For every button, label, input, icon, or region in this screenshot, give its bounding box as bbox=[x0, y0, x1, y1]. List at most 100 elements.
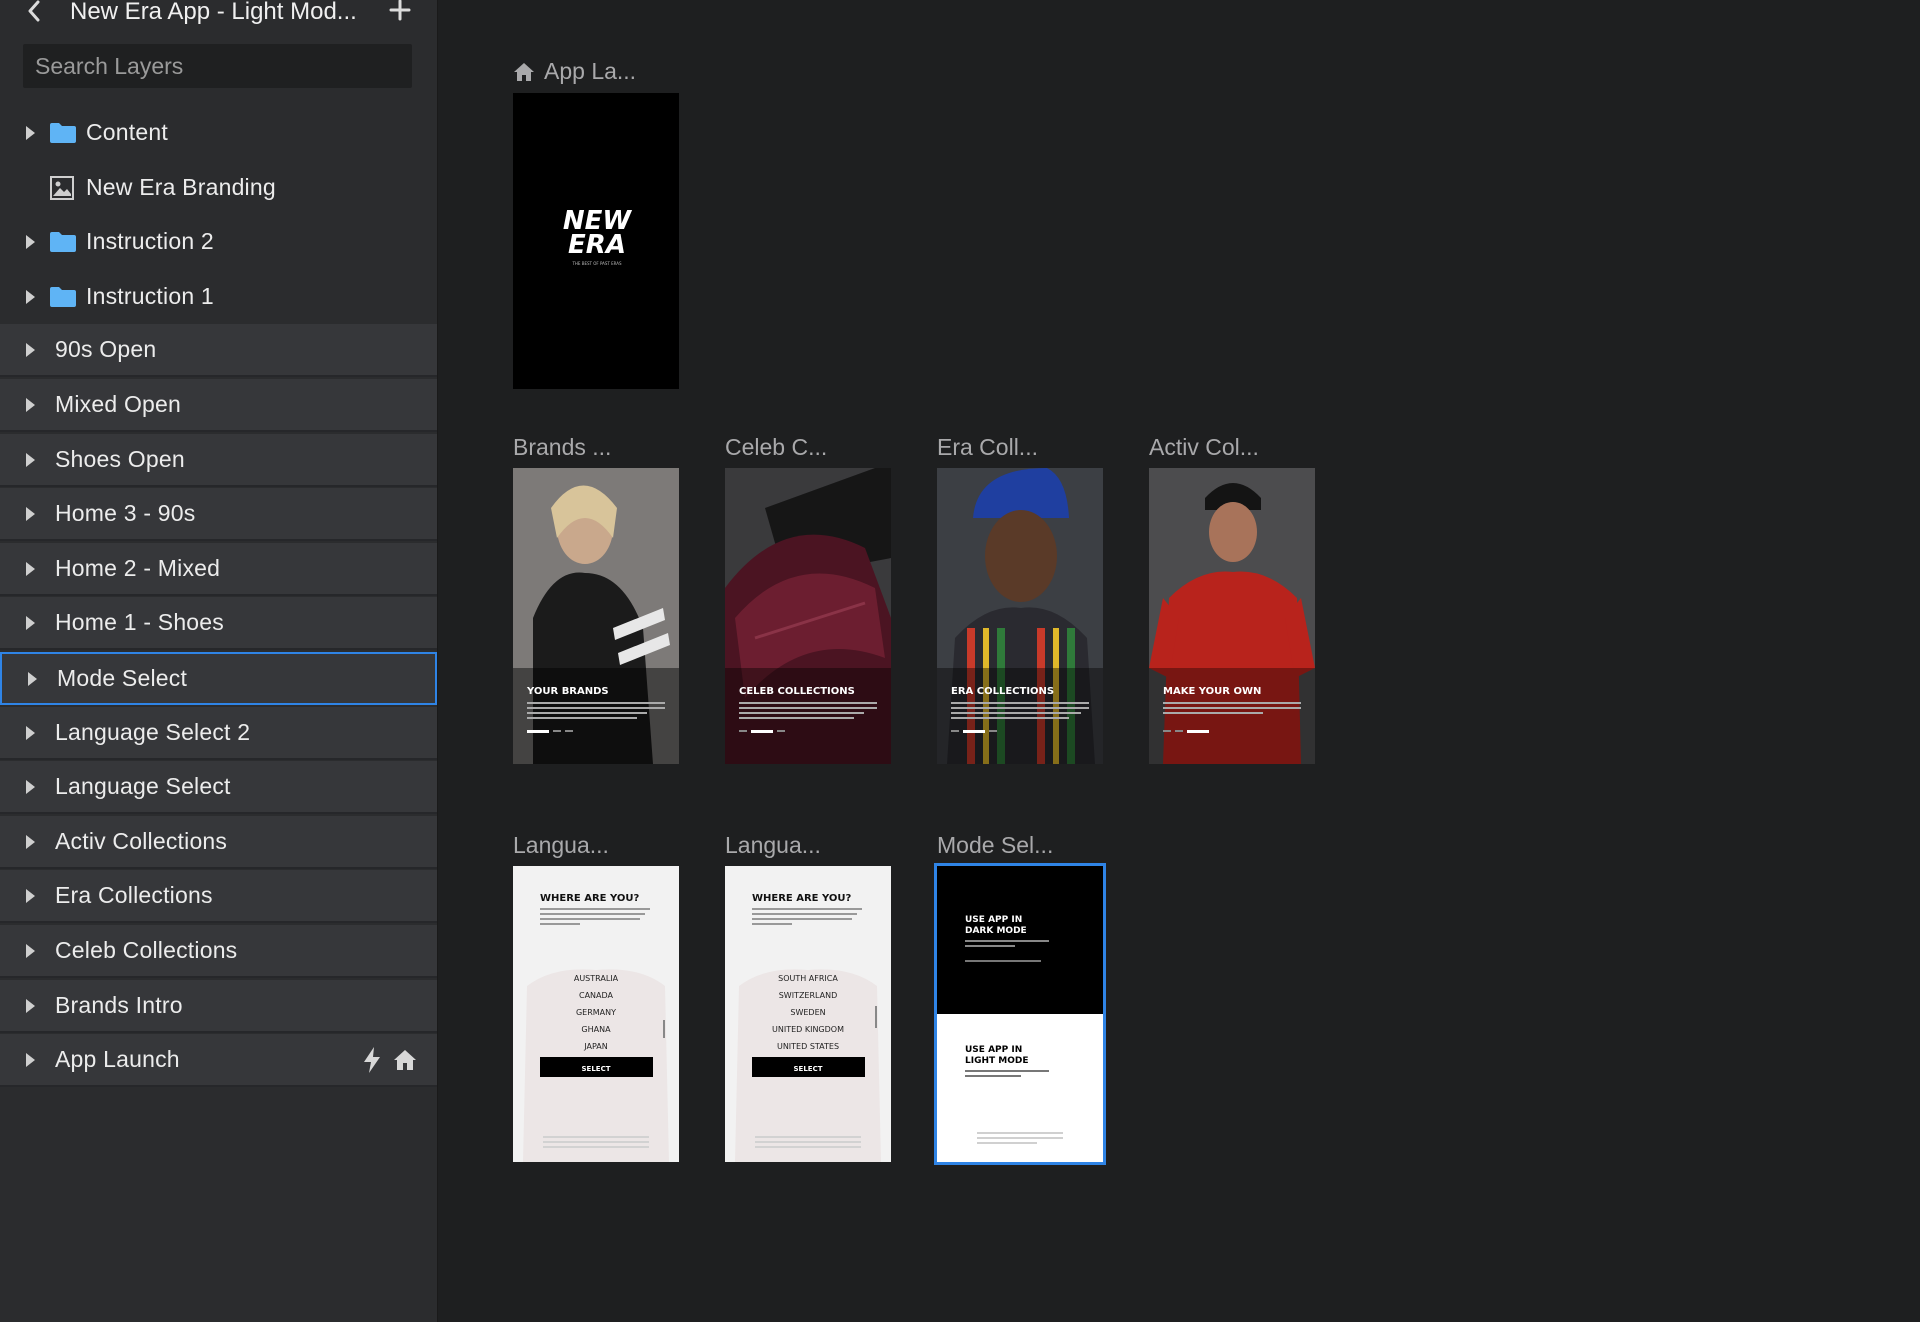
artboard-era-collections[interactable]: ERA COLLECTIONS bbox=[937, 468, 1103, 764]
logo-tagline: THE BEST OF PAST ERAS bbox=[571, 261, 622, 266]
layer-label: Content bbox=[86, 119, 168, 145]
artboard-celeb-collections[interactable]: CELEB COLLECTIONS bbox=[725, 468, 891, 764]
artboard-language-select[interactable]: WHERE ARE YOU? AUSTRALIA CANADA GERMANY … bbox=[513, 866, 679, 1162]
expand-caret-icon[interactable] bbox=[26, 725, 35, 740]
artboard-title-era[interactable]: Era Coll... bbox=[937, 434, 1038, 461]
layer-row-90s-open[interactable]: 90s Open bbox=[0, 324, 437, 377]
layer-label: Instruction 2 bbox=[86, 228, 214, 254]
select-button-label: SELECT bbox=[794, 1065, 823, 1073]
artboard-heading: WHERE ARE YOU? bbox=[540, 893, 640, 904]
light-mode-line1: USE APP IN bbox=[965, 1045, 1022, 1055]
light-mode-line2: LIGHT MODE bbox=[965, 1056, 1029, 1066]
layer-label: Home 3 - 90s bbox=[55, 500, 196, 526]
home-icon bbox=[512, 61, 534, 81]
expand-caret-icon[interactable] bbox=[26, 888, 35, 903]
layer-row-new-era-branding[interactable]: New Era Branding bbox=[0, 161, 437, 214]
dark-mode-line2: DARK MODE bbox=[965, 926, 1027, 936]
logo-line2: ERA bbox=[568, 230, 626, 260]
bolt-icon bbox=[362, 1046, 382, 1074]
search-layers-input[interactable] bbox=[23, 44, 412, 88]
folder-icon bbox=[50, 122, 76, 143]
layer-row-instruction-2[interactable]: Instruction 2 bbox=[0, 215, 437, 268]
artboard-title-activ[interactable]: Activ Col... bbox=[1149, 434, 1259, 461]
layer-label: Mixed Open bbox=[55, 391, 182, 417]
plus-icon[interactable] bbox=[388, 0, 412, 26]
layer-label: New Era Branding bbox=[86, 174, 276, 200]
expand-caret-icon[interactable] bbox=[26, 779, 35, 794]
layer-row-era-collections[interactable]: Era Collections bbox=[0, 870, 437, 923]
artboard-activ-collections[interactable]: MAKE YOUR OWN bbox=[1149, 468, 1315, 764]
language-option: SOUTH AFRICA bbox=[778, 974, 838, 983]
expand-caret-icon[interactable] bbox=[26, 998, 35, 1013]
artboard-title-brands[interactable]: Brands ... bbox=[513, 434, 611, 461]
expand-caret-icon[interactable] bbox=[26, 506, 35, 521]
home-icon bbox=[392, 1048, 418, 1072]
layer-label: Mode Select bbox=[57, 665, 188, 691]
artboard-title-celeb[interactable]: Celeb C... bbox=[725, 434, 827, 461]
layer-row-app-launch[interactable]: App Launch bbox=[0, 1034, 437, 1087]
expand-caret-icon[interactable] bbox=[26, 234, 35, 249]
language-option: AUSTRALIA bbox=[574, 974, 619, 983]
layer-row-language-select[interactable]: Language Select bbox=[0, 761, 437, 814]
layer-row-language-select-2[interactable]: Language Select 2 bbox=[0, 707, 437, 760]
artboard-label: App La... bbox=[544, 58, 637, 84]
language-option: SWEDEN bbox=[790, 1008, 825, 1017]
language-option: UNITED STATES bbox=[777, 1042, 839, 1051]
artboard-title-language[interactable]: Langua... bbox=[513, 832, 609, 859]
expand-caret-icon[interactable] bbox=[26, 397, 35, 412]
chevron-left-icon[interactable] bbox=[24, 0, 48, 24]
layer-label: Home 2 - Mixed bbox=[55, 555, 221, 581]
layer-row-home-2-mixed[interactable]: Home 2 - Mixed bbox=[0, 543, 437, 596]
layer-label: Language Select 2 bbox=[55, 719, 251, 745]
language-option: JAPAN bbox=[583, 1042, 607, 1051]
layer-label: Home 1 - Shoes bbox=[55, 609, 224, 635]
layer-row-home-3-90s[interactable]: Home 3 - 90s bbox=[0, 488, 437, 541]
expand-caret-icon[interactable] bbox=[26, 452, 35, 467]
layers-panel: New Era App - Light Mod... Content New Er… bbox=[0, 0, 438, 1322]
layer-row-content[interactable]: Content bbox=[0, 106, 437, 159]
expand-caret-icon[interactable] bbox=[26, 615, 35, 630]
artboard-mode-select[interactable]: USE APP IN DARK MODE USE APP IN LIGHT MO… bbox=[934, 863, 1106, 1165]
expand-caret-icon[interactable] bbox=[26, 125, 35, 140]
artboard-heading: CELEB COLLECTIONS bbox=[739, 686, 855, 697]
layer-row-home-1-shoes[interactable]: Home 1 - Shoes bbox=[0, 597, 437, 650]
language-option: SWITZERLAND bbox=[779, 991, 838, 1000]
expand-caret-icon[interactable] bbox=[26, 289, 35, 304]
artboard-title-mode-select[interactable]: Mode Sel... bbox=[937, 832, 1053, 859]
layer-label: App Launch bbox=[55, 1046, 180, 1072]
layer-row-shoes-open[interactable]: Shoes Open bbox=[0, 434, 437, 487]
select-button-label: SELECT bbox=[582, 1065, 611, 1073]
folder-icon bbox=[50, 231, 76, 252]
artboard-brands-intro[interactable]: YOUR BRANDS bbox=[513, 468, 679, 764]
expand-caret-icon[interactable] bbox=[28, 671, 37, 686]
artboard-heading: WHERE ARE YOU? bbox=[752, 893, 852, 904]
layer-row-brands-intro[interactable]: Brands Intro bbox=[0, 980, 437, 1033]
artboard-app-launch[interactable]: NEW ERA THE BEST OF PAST ERAS bbox=[513, 93, 679, 389]
expand-caret-icon[interactable] bbox=[26, 561, 35, 576]
layer-row-instruction-1[interactable]: Instruction 1 bbox=[0, 270, 437, 323]
expand-caret-icon[interactable] bbox=[26, 834, 35, 849]
layer-row-celeb-collections[interactable]: Celeb Collections bbox=[0, 925, 437, 978]
dark-mode-line1: USE APP IN bbox=[965, 915, 1022, 925]
language-option: GHANA bbox=[581, 1025, 611, 1034]
artboard-title-language-2[interactable]: Langua... bbox=[725, 832, 821, 859]
layer-label: Language Select bbox=[55, 773, 231, 799]
layer-label: 90s Open bbox=[55, 336, 157, 362]
layer-label: Celeb Collections bbox=[55, 937, 238, 963]
artboard-language-select-2[interactable]: WHERE ARE YOU? SOUTH AFRICA SWITZERLAND … bbox=[725, 866, 891, 1162]
expand-caret-icon[interactable] bbox=[26, 342, 35, 357]
language-option: UNITED KINGDOM bbox=[772, 1025, 844, 1034]
expand-caret-icon[interactable] bbox=[26, 1052, 35, 1067]
document-title: New Era App - Light Mod... bbox=[70, 0, 357, 25]
panel-header: New Era App - Light Mod... bbox=[0, 0, 437, 30]
layer-row-activ-collections[interactable]: Activ Collections bbox=[0, 816, 437, 869]
expand-caret-icon[interactable] bbox=[26, 943, 35, 958]
layer-label: Shoes Open bbox=[55, 446, 185, 472]
layer-row-mode-select[interactable]: Mode Select bbox=[0, 652, 437, 705]
layer-label: Era Collections bbox=[55, 882, 213, 908]
layer-label: Brands Intro bbox=[55, 992, 183, 1018]
layer-label: Instruction 1 bbox=[86, 283, 214, 309]
language-option: CANADA bbox=[579, 991, 614, 1000]
layer-row-mixed-open[interactable]: Mixed Open bbox=[0, 379, 437, 432]
artboard-heading: ERA COLLECTIONS bbox=[951, 686, 1054, 697]
